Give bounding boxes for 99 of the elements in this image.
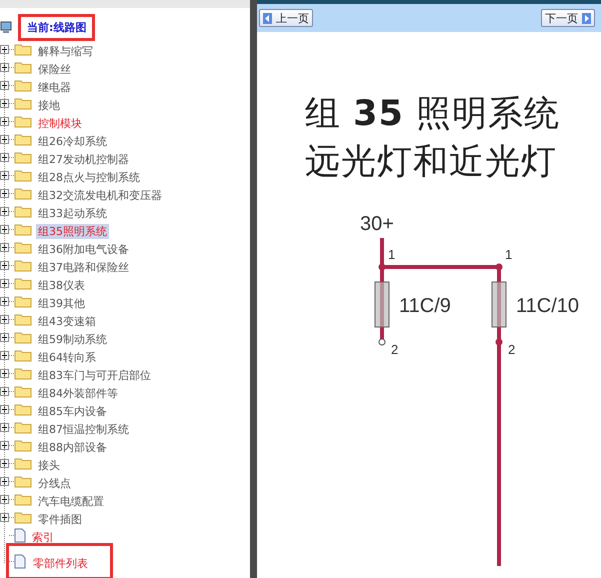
expand-icon[interactable]: [0, 242, 9, 252]
right-arrow-icon: [582, 12, 591, 24]
folder-icon: [14, 222, 32, 236]
folder-icon: [14, 204, 32, 218]
folder-icon: [14, 438, 32, 452]
expand-icon[interactable]: [0, 116, 9, 126]
document-icon: [14, 528, 26, 542]
document-icon: [14, 554, 26, 568]
tree-item[interactable]: 组83车门与可开启部位: [36, 368, 153, 382]
expand-icon[interactable]: [0, 278, 9, 288]
folder-icon: [14, 96, 32, 110]
expand-icon[interactable]: [0, 404, 9, 414]
expand-icon[interactable]: [0, 512, 9, 522]
folder-icon: [14, 456, 32, 470]
tree-item[interactable]: 分线点: [36, 476, 73, 490]
pin-label: 1: [388, 247, 396, 262]
tree-item[interactable]: 组88内部设备: [36, 440, 109, 454]
folder-icon: [14, 276, 32, 290]
tree-item[interactable]: 保险丝: [36, 62, 73, 76]
folder-icon: [14, 186, 32, 200]
folder-icon: [14, 510, 32, 524]
tree-item[interactable]: 组87恒温控制系统: [36, 422, 131, 436]
tree-item[interactable]: 组38仪表: [36, 278, 87, 292]
folder-icon: [14, 132, 32, 146]
expand-icon[interactable]: [0, 440, 9, 450]
current-location: 当前:线路图: [18, 14, 96, 40]
tree-item[interactable]: 接地: [36, 98, 62, 112]
tree-item[interactable]: 组39其他: [36, 296, 87, 310]
left-arrow-icon: [263, 12, 272, 24]
expand-icon[interactable]: [0, 134, 9, 144]
folder-icon: [14, 330, 32, 344]
tree-item[interactable]: 组64转向系: [36, 350, 98, 364]
pin-label: 1: [505, 247, 512, 262]
folder-icon: [14, 402, 32, 416]
folder-icon: [14, 78, 32, 92]
tree-item[interactable]: 组43变速箱: [36, 314, 98, 328]
folder-icon: [14, 492, 32, 506]
tree-item[interactable]: 组32交流发电机和变压器: [36, 188, 164, 202]
tree-item[interactable]: 组37电路和保险丝: [36, 260, 131, 274]
expand-icon[interactable]: [0, 170, 9, 180]
tree-item[interactable]: 接头: [36, 458, 62, 472]
folder-icon: [14, 384, 32, 398]
folder-icon: [14, 168, 32, 182]
page-title: 远光灯和近光灯: [305, 141, 558, 184]
tree-item[interactable]: 解释与缩写: [36, 44, 95, 58]
fuse-label: 11C/9: [399, 295, 451, 317]
expand-icon[interactable]: [0, 368, 9, 378]
tree-item[interactable]: 组26冷却系统: [36, 134, 109, 148]
folder-icon: [14, 240, 32, 254]
expand-icon[interactable]: [0, 188, 9, 198]
tree-item[interactable]: 组84外装部件等: [36, 386, 120, 400]
next-page-button[interactable]: 下一页: [541, 9, 595, 27]
folder-icon: [14, 312, 32, 326]
tree-item[interactable]: 继电器: [36, 80, 73, 94]
folder-icon: [14, 474, 32, 488]
expand-icon[interactable]: [0, 494, 9, 504]
folder-icon: [14, 60, 32, 74]
expand-icon[interactable]: [0, 296, 9, 306]
tree-item[interactable]: 控制模块: [36, 116, 84, 130]
fuse-label: 11C/10: [516, 295, 580, 317]
computer-icon: [0, 21, 12, 33]
tree-item[interactable]: 组59制动系统: [36, 332, 109, 346]
expand-icon[interactable]: [0, 224, 9, 234]
expand-icon[interactable]: [0, 314, 9, 324]
folder-icon: [14, 42, 32, 56]
tree-item[interactable]: 索引: [30, 530, 56, 544]
expand-icon[interactable]: [0, 422, 9, 432]
tree-item[interactable]: 零件插图: [36, 512, 84, 526]
folder-icon: [14, 420, 32, 434]
folder-icon: [14, 150, 32, 164]
expand-icon[interactable]: [0, 350, 9, 360]
expand-icon[interactable]: [0, 260, 9, 270]
expand-icon[interactable]: [0, 206, 9, 216]
expand-icon[interactable]: [0, 458, 9, 468]
pin-label: 2: [508, 342, 516, 357]
tree-item[interactable]: 组28点火与控制系统: [36, 170, 142, 184]
tree-item[interactable]: 组33起动系统: [36, 206, 109, 220]
tree-item[interactable]: 零部件列表: [31, 556, 90, 570]
supply-label: 30+: [360, 213, 394, 235]
expand-icon[interactable]: [0, 44, 9, 54]
expand-icon[interactable]: [0, 476, 9, 486]
folder-icon: [14, 294, 32, 308]
expand-icon[interactable]: [0, 98, 9, 108]
folder-icon: [14, 348, 32, 362]
expand-icon[interactable]: [0, 62, 9, 72]
folder-icon: [14, 114, 32, 128]
tree-item[interactable]: 汽车电缆配置: [36, 494, 106, 508]
expand-icon[interactable]: [0, 80, 9, 90]
tree-item[interactable]: 组36附加电气设备: [36, 242, 131, 256]
tree-item[interactable]: 组85车内设备: [36, 404, 109, 418]
folder-icon: [14, 258, 32, 272]
page-title: 组 35 照明系统: [305, 93, 561, 136]
expand-icon[interactable]: [0, 386, 9, 396]
tree-item[interactable]: 组27发动机控制器: [36, 152, 131, 166]
pin-label: 2: [391, 342, 398, 357]
expand-icon[interactable]: [0, 152, 9, 162]
expand-icon[interactable]: [0, 332, 9, 342]
folder-icon: [14, 366, 32, 380]
previous-page-button[interactable]: 上一页: [259, 9, 313, 27]
